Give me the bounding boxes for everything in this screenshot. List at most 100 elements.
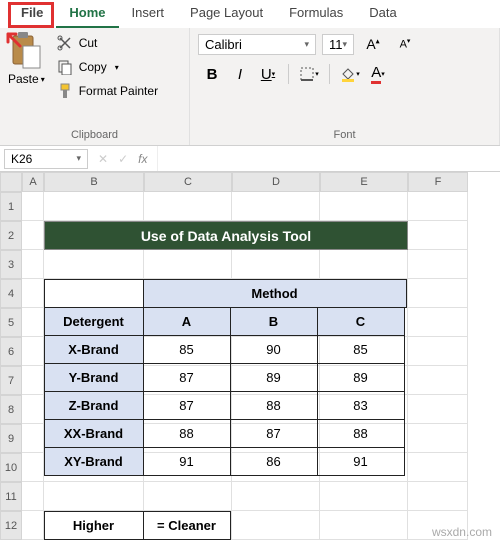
row-header[interactable]: 8 xyxy=(0,395,22,424)
cell[interactable] xyxy=(44,482,144,511)
cell[interactable] xyxy=(22,308,44,337)
column-header[interactable]: A xyxy=(22,172,44,192)
data-cell[interactable]: 85 xyxy=(317,335,405,364)
font-size-select[interactable]: 11▾ xyxy=(322,34,354,55)
column-header[interactable]: C xyxy=(144,172,232,192)
font-color-button[interactable]: A▾ xyxy=(368,64,388,84)
cell[interactable] xyxy=(22,366,44,395)
name-box[interactable]: K26▾ xyxy=(4,149,88,169)
data-cell[interactable]: 86 xyxy=(230,447,318,476)
fill-color-button[interactable]: ▾ xyxy=(340,64,360,84)
cell[interactable] xyxy=(22,337,44,366)
decrease-font-button[interactable]: A▾ xyxy=(392,32,418,56)
row-label[interactable]: Z-Brand xyxy=(44,391,144,420)
underline-button[interactable]: U▾ xyxy=(258,64,278,84)
cell[interactable] xyxy=(22,395,44,424)
cell[interactable] xyxy=(320,511,408,540)
row-label[interactable]: XX-Brand xyxy=(44,419,144,448)
cell[interactable] xyxy=(232,250,320,279)
cell[interactable] xyxy=(408,250,468,279)
data-cell[interactable]: 87 xyxy=(230,419,318,448)
cell[interactable] xyxy=(408,424,468,453)
cell[interactable] xyxy=(144,250,232,279)
tab-file[interactable]: File xyxy=(8,0,56,28)
bold-button[interactable]: B xyxy=(202,64,222,84)
enter-icon[interactable]: ✓ xyxy=(118,152,128,166)
data-cell[interactable]: 83 xyxy=(317,391,405,420)
tab-insert[interactable]: Insert xyxy=(119,0,178,28)
row-header[interactable]: 12 xyxy=(0,511,22,540)
detergent-header[interactable]: Detergent xyxy=(44,307,144,336)
cancel-icon[interactable]: ✕ xyxy=(98,152,108,166)
column-header[interactable]: B xyxy=(44,172,144,192)
data-cell[interactable]: 89 xyxy=(230,363,318,392)
worksheet-grid[interactable]: 123456789101112 ABCDEF Use of Data Analy… xyxy=(0,172,500,540)
data-cell[interactable]: 88 xyxy=(230,391,318,420)
cell[interactable] xyxy=(22,250,44,279)
row-header[interactable]: 4 xyxy=(0,279,22,308)
tab-page-layout[interactable]: Page Layout xyxy=(177,0,276,28)
copy-button[interactable]: Copy▾ xyxy=(53,56,162,78)
cell[interactable] xyxy=(44,250,144,279)
cell[interactable] xyxy=(22,279,44,308)
tab-data[interactable]: Data xyxy=(356,0,409,28)
data-cell[interactable]: 87 xyxy=(143,391,231,420)
cell[interactable] xyxy=(408,221,468,250)
cell[interactable] xyxy=(408,395,468,424)
row-header[interactable]: 1 xyxy=(0,192,22,221)
cell[interactable] xyxy=(22,192,44,221)
cell[interactable] xyxy=(232,192,320,221)
data-cell[interactable]: 89 xyxy=(317,363,405,392)
row-label[interactable]: X-Brand xyxy=(44,335,144,364)
cell[interactable] xyxy=(408,453,468,482)
row-header[interactable]: 11 xyxy=(0,482,22,511)
method-header[interactable]: Method xyxy=(143,279,407,308)
cell[interactable] xyxy=(232,482,320,511)
col-header[interactable]: C xyxy=(317,307,405,336)
column-header[interactable]: E xyxy=(320,172,408,192)
cell[interactable] xyxy=(408,366,468,395)
cell[interactable] xyxy=(408,482,468,511)
border-button[interactable]: ▾ xyxy=(299,64,319,84)
cut-button[interactable]: Cut xyxy=(53,32,162,54)
tab-formulas[interactable]: Formulas xyxy=(276,0,356,28)
font-name-select[interactable]: Calibri▾ xyxy=(198,34,316,55)
cell[interactable] xyxy=(320,192,408,221)
row-header[interactable]: 3 xyxy=(0,250,22,279)
format-painter-button[interactable]: Format Painter xyxy=(53,80,162,102)
select-all-cell[interactable] xyxy=(0,172,22,192)
cell[interactable] xyxy=(44,192,144,221)
cell[interactable] xyxy=(22,511,44,540)
row-header[interactable]: 6 xyxy=(0,337,22,366)
row-label[interactable]: XY-Brand xyxy=(44,447,144,476)
cell[interactable] xyxy=(232,511,320,540)
cell[interactable] xyxy=(320,250,408,279)
column-header[interactable]: D xyxy=(232,172,320,192)
fx-icon[interactable]: fx xyxy=(138,152,147,166)
title-cell[interactable]: Use of Data Analysis Tool xyxy=(44,221,408,250)
row-header[interactable]: 7 xyxy=(0,366,22,395)
data-cell[interactable]: 87 xyxy=(143,363,231,392)
cell[interactable] xyxy=(320,482,408,511)
cell[interactable] xyxy=(408,279,468,308)
cell[interactable] xyxy=(408,337,468,366)
row-header[interactable]: 9 xyxy=(0,424,22,453)
data-cell[interactable]: 91 xyxy=(317,447,405,476)
data-cell[interactable]: 85 xyxy=(143,335,231,364)
data-cell[interactable]: 91 xyxy=(143,447,231,476)
row-label[interactable]: Y-Brand xyxy=(44,363,144,392)
cell[interactable] xyxy=(22,424,44,453)
cell[interactable] xyxy=(144,192,232,221)
cell[interactable] xyxy=(408,192,468,221)
cell[interactable] xyxy=(22,482,44,511)
tab-home[interactable]: Home xyxy=(56,0,118,28)
col-header[interactable]: A xyxy=(143,307,231,336)
legend-cleaner[interactable]: = Cleaner xyxy=(143,511,231,540)
row-header[interactable]: 5 xyxy=(0,308,22,337)
row-header[interactable]: 2 xyxy=(0,221,22,250)
row-header[interactable]: 10 xyxy=(0,453,22,482)
data-cell[interactable]: 90 xyxy=(230,335,318,364)
data-cell[interactable]: 88 xyxy=(143,419,231,448)
cell[interactable] xyxy=(22,221,44,250)
column-header[interactable]: F xyxy=(408,172,468,192)
